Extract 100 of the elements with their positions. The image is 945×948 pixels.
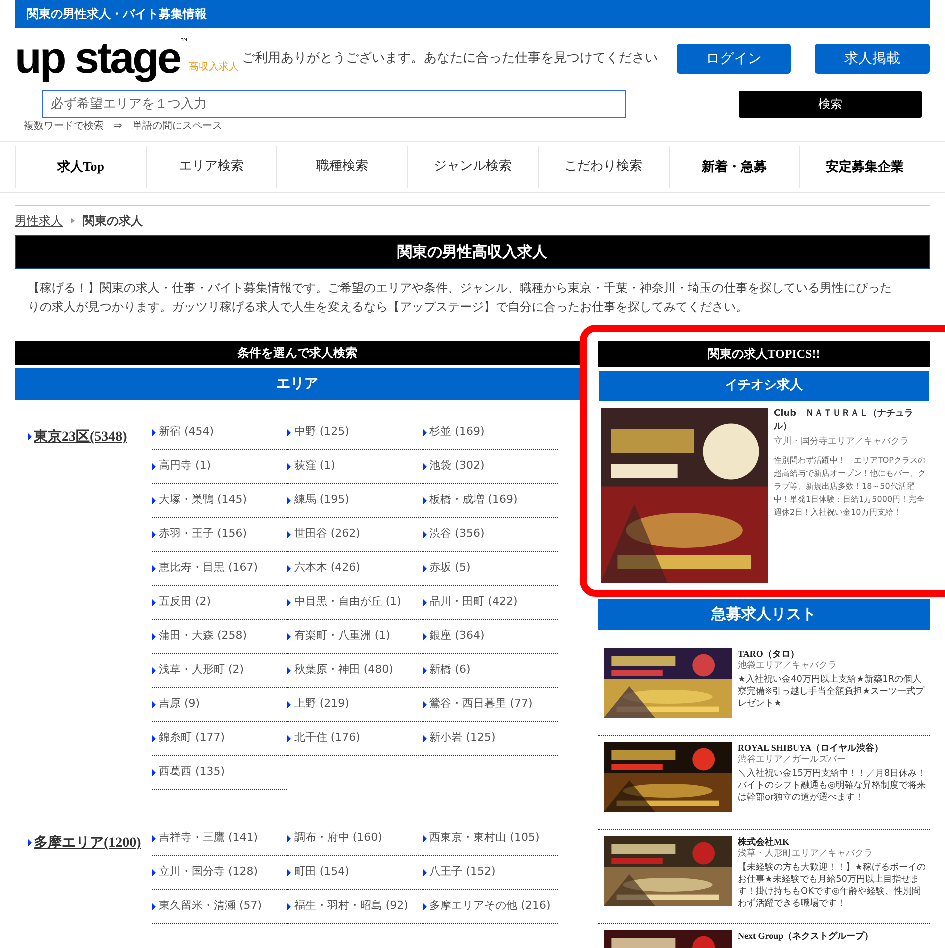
greeting-text: ご利用ありがとうございます。あなたに合った仕事を見つけてください bbox=[242, 50, 660, 68]
bullet-icon bbox=[287, 530, 292, 538]
bullet-icon bbox=[422, 598, 427, 606]
nav-tab[interactable]: 新着・急募 bbox=[668, 146, 800, 188]
area-link[interactable]: 立川・国分寺 (128) bbox=[159, 864, 258, 881]
topics-heading: 関東の求人TOPICS!! bbox=[598, 341, 930, 367]
header-button[interactable]: 求人掲載 bbox=[815, 44, 930, 74]
bullet-icon bbox=[152, 530, 156, 538]
bullet-icon bbox=[287, 834, 292, 842]
area-link[interactable]: 北千住 (176) bbox=[294, 730, 360, 747]
bullet-icon bbox=[422, 462, 427, 470]
bullet-icon bbox=[287, 902, 292, 910]
bullet-icon bbox=[152, 598, 156, 606]
area-link[interactable]: 六本木 (426) bbox=[294, 560, 360, 577]
nav-tab[interactable]: ジャンル検索 bbox=[407, 146, 538, 188]
breadcrumb-link[interactable]: 男性求人 bbox=[15, 212, 63, 230]
area-link[interactable]: 秋葉原・神田 (480) bbox=[294, 662, 394, 679]
area-link[interactable]: 高円寺 (1) bbox=[159, 458, 212, 475]
nav-tab[interactable]: 安定募集企業 bbox=[799, 146, 930, 188]
bullet-icon bbox=[152, 564, 156, 572]
area-link[interactable]: 赤羽・王子 (156) bbox=[159, 526, 248, 543]
job-area: 渋谷エリア／ガールズバー bbox=[738, 754, 928, 766]
region-link[interactable]: 多摩エリア(1200) bbox=[34, 833, 142, 854]
bullet-icon bbox=[422, 700, 427, 708]
bullet-icon bbox=[422, 666, 427, 674]
bullet-icon bbox=[152, 666, 156, 674]
area-link[interactable]: 荻窪 (1) bbox=[294, 458, 336, 475]
logo[interactable]: up stage bbox=[15, 37, 180, 81]
bullet-icon bbox=[152, 902, 156, 910]
area-link[interactable]: 福生・羽村・昭島 (92) bbox=[294, 898, 408, 915]
job-area: 池袋エリア／キャバクラ bbox=[738, 660, 928, 672]
job-name[interactable]: 株式会社MK bbox=[738, 836, 928, 848]
area-link[interactable]: 赤坂 (5) bbox=[430, 560, 471, 577]
area-link[interactable]: 多摩エリアその他 (216) bbox=[430, 898, 551, 915]
bullet-icon bbox=[152, 632, 156, 640]
trademark: ™ bbox=[180, 37, 189, 48]
bullet-icon bbox=[422, 530, 427, 538]
area-link[interactable]: 西葛西 (135) bbox=[159, 764, 226, 781]
area-link[interactable]: 中目黒・自由が丘 (1) bbox=[294, 594, 402, 611]
bullet-icon bbox=[422, 428, 427, 436]
region-link[interactable]: 東京23区(5348) bbox=[34, 427, 128, 448]
nav-tab[interactable]: 求人Top bbox=[15, 146, 146, 188]
header-button[interactable]: ログイン bbox=[676, 44, 792, 74]
job-description: 【未経験の方も大歓迎！！】★稼げるボーイのお仕事★未経験でも月給50万円以上目指せます！掛け持ちもOKです◎年齢や経験、性別問わず活躍できる職場です！ bbox=[738, 862, 928, 910]
area-link[interactable]: 吉原 (9) bbox=[159, 696, 200, 713]
bullet-icon bbox=[152, 700, 156, 708]
nav-tab[interactable]: エリア検索 bbox=[146, 146, 276, 188]
area-link[interactable]: 新宿 (454) bbox=[159, 424, 214, 441]
area-link[interactable]: 上野 (219) bbox=[294, 696, 350, 713]
description-text: 【稼げる！】関東の求人・仕事・バイト募集情報です。ご希望のエリアや条件、ジャンル、職種から東京・千葉・神奈川・埼玉の仕事を探している男性にぴったりの求人が見つかります。ガッツリ稼げる求人で人生を変えるなら【アップステージ】で自分に合ったお仕事を探してみてください。 bbox=[28, 280, 893, 316]
job-name[interactable]: Next Group（ネクストグループ） bbox=[738, 930, 928, 942]
area-link[interactable]: 八王子 (152) bbox=[430, 864, 496, 881]
area-link[interactable]: 新橋 (6) bbox=[430, 662, 471, 679]
bullet-icon bbox=[287, 632, 292, 640]
area-link[interactable]: 大塚・巣鴨 (145) bbox=[159, 492, 248, 509]
bullet-icon bbox=[422, 902, 427, 910]
job-description: ★入社祝い金40万円以上支給★新築1Rの個人寮完備※引っ越し手当全額負担★スーツ一式プレゼント★ bbox=[738, 674, 926, 710]
area-link[interactable]: 中野 (125) bbox=[294, 424, 350, 441]
job-description: 性別問わず活躍中！ エリアTOPクラスの超高給与で新店オープン！他にもバー、クラブ等、新規出店多数！18～50代活躍中！単発1日体験：日給1万5000円！完全週休2日！入社祝い金10万円支給！ bbox=[774, 454, 928, 518]
area-link[interactable]: 鶯谷・西日暮里 (77) bbox=[430, 696, 533, 713]
area-link[interactable]: 西東京・東村山 (105) bbox=[430, 830, 540, 847]
area-link[interactable]: 新小岩 (125) bbox=[430, 730, 496, 747]
job-name[interactable]: ROYAL SHIBUYA（ロイヤル渋谷） bbox=[738, 742, 928, 754]
bullet-icon bbox=[152, 496, 156, 504]
area-link[interactable]: 渋谷 (356) bbox=[430, 526, 485, 543]
area-link[interactable]: 板橋・成増 (169) bbox=[430, 492, 518, 509]
job-name[interactable]: TARO（タロ） bbox=[738, 648, 928, 660]
area-link[interactable]: 恵比寿・目黒 (167) bbox=[159, 560, 258, 577]
bullet-icon bbox=[152, 462, 156, 470]
job-area: 浅草・人形町エリア／キャバクラ bbox=[738, 848, 928, 860]
area-link[interactable]: 蒲田・大森 (258) bbox=[159, 628, 248, 645]
area-link[interactable]: 世田谷 (262) bbox=[294, 526, 360, 543]
area-link[interactable]: 五反田 (2) bbox=[159, 594, 212, 611]
search-button[interactable]: 検索 bbox=[739, 90, 922, 118]
area-link[interactable]: 練馬 (195) bbox=[294, 492, 350, 509]
area-link[interactable]: 錦糸町 (177) bbox=[159, 730, 226, 747]
area-tab[interactable]: エリア bbox=[15, 368, 580, 400]
area-link[interactable]: 杉並 (169) bbox=[430, 424, 485, 441]
area-link[interactable]: 品川・田町 (422) bbox=[430, 594, 518, 611]
bullet-icon bbox=[287, 428, 292, 436]
area-link[interactable]: 東久留米・清瀬 (57) bbox=[159, 898, 262, 915]
bullet-icon bbox=[287, 496, 292, 504]
bullet-icon bbox=[287, 462, 292, 470]
nav-tab[interactable]: 職種検索 bbox=[276, 146, 408, 188]
bullet-icon bbox=[422, 734, 427, 742]
bullet-icon bbox=[422, 632, 427, 640]
area-link[interactable]: 町田 (154) bbox=[294, 864, 350, 881]
area-link[interactable]: 浅草・人形町 (2) bbox=[159, 662, 244, 679]
bullet-icon bbox=[28, 433, 32, 441]
logo-tagline: 高収入求人 bbox=[188, 60, 239, 75]
area-link[interactable]: 池袋 (302) bbox=[430, 458, 485, 475]
job-name[interactable]: Club ＮＡＴＵＲＡＬ（ナチュラル） bbox=[774, 408, 930, 434]
bullet-icon bbox=[422, 834, 427, 842]
area-link[interactable]: 有楽町・八重洲 (1) bbox=[294, 628, 390, 645]
area-link[interactable]: 吉祥寺・三鷹 (141) bbox=[159, 830, 258, 847]
nav-tab[interactable]: こだわり検索 bbox=[538, 146, 669, 188]
area-link[interactable]: 銀座 (364) bbox=[430, 628, 485, 645]
area-link[interactable]: 調布・府中 (160) bbox=[294, 830, 382, 847]
bullet-icon bbox=[422, 868, 427, 876]
search-field[interactable]: 必ず希望エリアを１つ入力 bbox=[42, 90, 626, 118]
